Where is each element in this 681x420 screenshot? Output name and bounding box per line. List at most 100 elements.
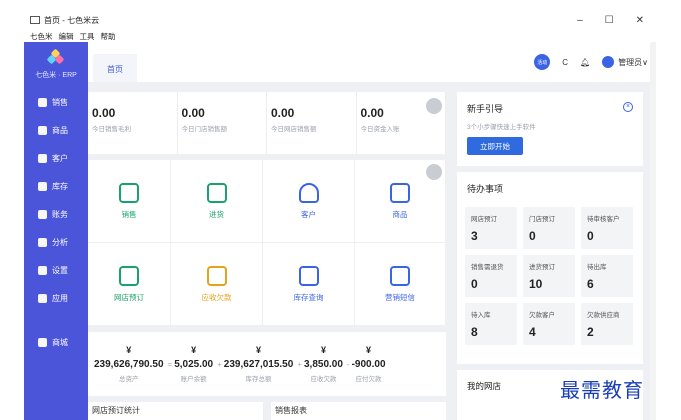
sidebar-item-label: 账务 bbox=[52, 209, 68, 219]
logo: 七色米 · ERP bbox=[24, 42, 88, 88]
stat-label: 今日资金入账 bbox=[360, 126, 400, 133]
stat-label: 今日门店销售额 bbox=[181, 126, 228, 133]
minimize-button[interactable]: – bbox=[577, 15, 583, 26]
account-balance: ¥5,025.00 账户余额 bbox=[174, 332, 213, 396]
receivable-icon bbox=[206, 265, 227, 286]
search-doc-icon bbox=[298, 265, 319, 286]
total-amount: 239,626,790.50 bbox=[94, 359, 164, 370]
quick-action-label: 客户 bbox=[301, 209, 316, 219]
sidebar-item-label: 客户 bbox=[52, 153, 68, 163]
quick-action-sms[interactable]: 营销短信 bbox=[355, 243, 446, 326]
sidebar-item-settings[interactable]: 设置 bbox=[24, 256, 88, 284]
quick-action-receivable[interactable]: 应收欠款 bbox=[171, 243, 263, 326]
box-icon bbox=[390, 182, 410, 203]
user-icon bbox=[298, 182, 319, 203]
total-amount: 239,627,015.50 bbox=[223, 359, 294, 370]
todo-item[interactable]: 网店预订 3 bbox=[465, 207, 517, 249]
quick-action-label: 库存查询 bbox=[293, 292, 324, 302]
quick-action-sales[interactable]: 销售 bbox=[88, 160, 171, 243]
eye-icon[interactable] bbox=[426, 98, 442, 114]
tab-home[interactable]: 首页 bbox=[93, 54, 137, 82]
todo-value: 3 bbox=[471, 229, 478, 243]
todo-item[interactable]: 待出库 6 bbox=[581, 255, 633, 297]
apps-icon bbox=[38, 293, 47, 303]
sidebar-item-analysis[interactable]: 分析 bbox=[24, 228, 88, 256]
logo-icon bbox=[46, 48, 65, 66]
quick-action-label: 进货 bbox=[209, 209, 224, 219]
menu-item-help[interactable]: 帮助 bbox=[101, 31, 116, 42]
stat-card: 0.00 今日销售毛利 bbox=[88, 92, 178, 154]
todo-label: 待出库 bbox=[587, 264, 607, 271]
sidebar-item-apps[interactable]: 应用 bbox=[24, 284, 88, 312]
refresh-icon[interactable]: C bbox=[562, 58, 568, 67]
total-label: 账户余额 bbox=[180, 376, 207, 383]
sidebar-item-mall[interactable]: 商城 bbox=[24, 328, 68, 356]
todo-item[interactable]: 待入库 8 bbox=[465, 303, 517, 345]
main-content: 首页 活动 C 🔔︎ 管理员 ∨ 0.00 今日销售毛利 0.00 今日门店销售额 … bbox=[88, 42, 656, 420]
sidebar-item-label: 分析 bbox=[52, 237, 68, 247]
totals-panel: ¥239,626,790.50 总资产 = ¥5,025.00 账户余额 + ¥23… bbox=[88, 332, 446, 396]
quick-action-online-order[interactable]: 网店预订 bbox=[88, 243, 171, 326]
payable-total: ¥ -900.00 应付欠款 bbox=[352, 332, 386, 396]
top-right-tools: 活动 C 🔔︎ 管理员 ∨ bbox=[534, 54, 648, 70]
quick-action-stock-query[interactable]: 库存查询 bbox=[263, 243, 355, 326]
todo-value: 8 bbox=[471, 325, 478, 339]
todo-title: 待办事项 bbox=[467, 184, 504, 194]
sidebar-item-customer[interactable]: 客户 bbox=[24, 144, 88, 172]
cart-icon bbox=[206, 182, 227, 203]
goods-icon bbox=[38, 125, 47, 135]
start-now-button[interactable]: 立即开始 bbox=[467, 137, 523, 155]
user-menu[interactable]: 管理员 ∨ bbox=[602, 56, 648, 68]
window-title: 首页 - 七色米云 bbox=[44, 15, 100, 25]
sales-icon bbox=[38, 97, 47, 107]
online-store-icon bbox=[119, 265, 139, 286]
todo-grid: 网店预订 3 门店预订 0 待审核客户 0 销售需退货 0 进货预订 10 待出库 6 待入… bbox=[465, 207, 635, 345]
menu-item-qisemi[interactable]: 七色米 bbox=[30, 31, 53, 42]
scrollbar[interactable] bbox=[650, 42, 656, 420]
todo-item[interactable]: 欠款供应商 2 bbox=[581, 303, 633, 345]
quick-action-customer[interactable]: 客户 bbox=[263, 160, 355, 243]
maximize-button[interactable]: ☐ bbox=[605, 15, 614, 26]
todo-value: 4 bbox=[529, 325, 536, 339]
todo-label: 欠款客户 bbox=[529, 312, 555, 319]
total-label: 应收欠款 bbox=[310, 376, 337, 383]
inventory-icon bbox=[38, 181, 47, 191]
todo-item[interactable]: 门店预订 0 bbox=[523, 207, 575, 249]
sidebar-item-inventory[interactable]: 库存 bbox=[24, 172, 88, 200]
todo-item[interactable]: 进货预订 10 bbox=[523, 255, 575, 297]
quick-action-label: 营销短信 bbox=[385, 292, 415, 302]
currency-symbol: ¥ bbox=[126, 345, 132, 355]
sidebar-item-sales[interactable]: 销售 bbox=[24, 88, 88, 116]
currency-symbol: ¥ bbox=[256, 345, 262, 355]
app-icon bbox=[30, 16, 40, 24]
total-amount: -900.00 bbox=[351, 359, 386, 370]
edit-icon[interactable] bbox=[426, 164, 442, 180]
sidebar-item-label: 应用 bbox=[52, 293, 68, 303]
guide-card: 新手引导 3个小步骤快速上手软件 立即开始 × bbox=[457, 92, 643, 166]
close-button[interactable]: ✕ bbox=[636, 15, 644, 26]
todo-value: 0 bbox=[529, 229, 536, 243]
notification-bell-icon[interactable]: 🔔︎ bbox=[580, 58, 590, 67]
quick-action-purchase[interactable]: 进货 bbox=[171, 160, 263, 243]
mall-icon bbox=[38, 337, 47, 347]
todo-item[interactable]: 欠款客户 4 bbox=[523, 303, 575, 345]
close-icon[interactable]: × bbox=[623, 102, 633, 112]
sidebar-item-label: 商城 bbox=[52, 337, 68, 347]
guide-subtitle: 3个小步骤快速上手软件 bbox=[467, 124, 536, 131]
todo-item[interactable]: 待审核客户 0 bbox=[581, 207, 633, 249]
activity-badge[interactable]: 活动 bbox=[534, 54, 551, 70]
sidebar-item-goods[interactable]: 商品 bbox=[24, 116, 88, 144]
todo-label: 待入库 bbox=[471, 312, 491, 319]
todo-item[interactable]: 销售需退货 0 bbox=[465, 255, 517, 297]
quick-action-label: 销售 bbox=[121, 209, 137, 219]
todo-label: 进货预订 bbox=[529, 264, 555, 271]
menu-item-edit[interactable]: 编辑 bbox=[59, 31, 74, 42]
menu-item-tools[interactable]: 工具 bbox=[80, 31, 95, 42]
clipboard-icon bbox=[119, 182, 139, 203]
online-order-stats-card: 网店预订统计 bbox=[88, 402, 263, 420]
todo-label: 销售需退货 bbox=[471, 264, 504, 271]
total-amount: 3,850.00 bbox=[303, 359, 343, 370]
todo-label: 待审核客户 bbox=[587, 216, 620, 223]
sidebar-item-accounts[interactable]: 账务 bbox=[24, 200, 88, 228]
user-name: 管理员 bbox=[618, 57, 643, 67]
